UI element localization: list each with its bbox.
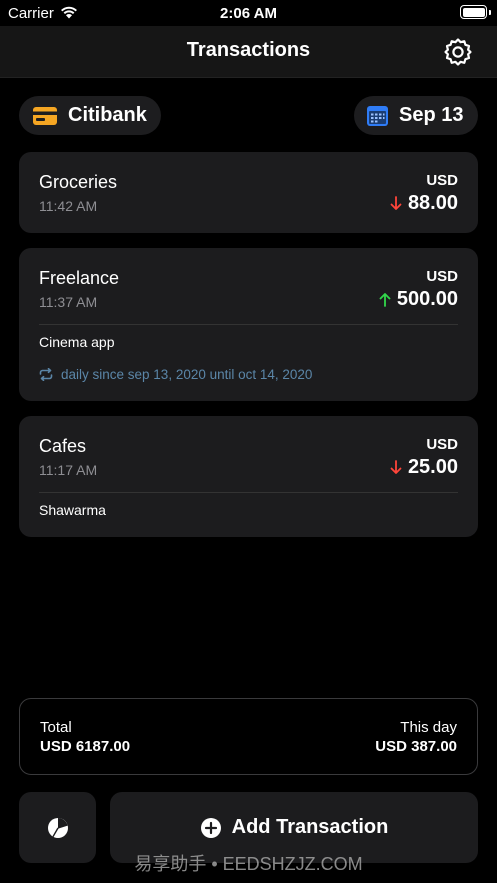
page-title: Transactions [186, 39, 311, 61]
calendar-icon [367, 105, 388, 126]
transaction-time: 11:17 AM [39, 462, 98, 478]
transaction-amount-row: 500.00 [379, 288, 458, 311]
divider [39, 324, 458, 325]
card-icon [33, 106, 57, 125]
pie-chart-icon [47, 817, 68, 838]
account-selector[interactable]: Citibank [19, 96, 161, 135]
repeat-icon [39, 368, 53, 381]
transaction-card[interactable]: Cafes 11:17 AM USD 25.00 Shawarma [19, 416, 478, 537]
date-selector[interactable]: Sep 13 [354, 96, 478, 135]
transaction-card[interactable]: Groceries 11:42 AM USD 88.00 [19, 152, 478, 233]
transaction-time: 11:42 AM [39, 198, 98, 214]
day-total-value: USD 387.00 [375, 738, 457, 755]
plus-circle-icon [200, 817, 221, 838]
totals-panel: Total USD 6187.00 This day USD 387.00 [19, 698, 478, 775]
total-label: Total [40, 719, 72, 736]
gear-icon[interactable] [443, 37, 473, 67]
status-bar: Carrier 2:06 AM [0, 0, 497, 26]
recurring-info: daily since sep 13, 2020 until oct 14, 2… [39, 367, 312, 382]
transaction-card[interactable]: Freelance 11:37 AM USD 500.00 Cinema app… [19, 248, 478, 401]
transaction-category: Cafes [39, 436, 87, 456]
arrow-down-icon [390, 460, 402, 474]
navigation-bar: Transactions [0, 26, 497, 78]
add-transaction-label: Add Transaction [231, 816, 389, 838]
account-label: Citibank [68, 104, 147, 126]
transaction-currency: USD [426, 172, 458, 189]
battery-icon [460, 5, 487, 19]
recurring-text: daily since sep 13, 2020 until oct 14, 2… [61, 367, 313, 382]
transaction-amount: 25.00 [407, 456, 458, 478]
divider [39, 492, 458, 493]
transaction-amount: 500.00 [396, 288, 458, 310]
day-total-label: This day [400, 719, 457, 736]
transaction-note: Cinema app [39, 334, 115, 350]
transaction-note: Shawarma [39, 502, 106, 518]
transaction-currency: USD [426, 436, 458, 453]
arrow-up-icon [379, 293, 391, 307]
transaction-amount: 88.00 [407, 192, 458, 214]
transaction-category: Freelance [39, 268, 120, 288]
total-value: USD 6187.00 [40, 738, 131, 755]
watermark: 易享助手 • EEDSHZJZ.COM [134, 854, 363, 874]
arrow-down-icon [390, 196, 402, 210]
transaction-amount-row: 88.00 [390, 192, 458, 215]
transaction-currency: USD [426, 268, 458, 285]
date-label: Sep 13 [399, 104, 464, 126]
transaction-time: 11:37 AM [39, 294, 98, 310]
clock: 2:06 AM [220, 5, 277, 22]
transaction-amount-row: 25.00 [390, 456, 458, 479]
transaction-category: Groceries [39, 172, 118, 192]
